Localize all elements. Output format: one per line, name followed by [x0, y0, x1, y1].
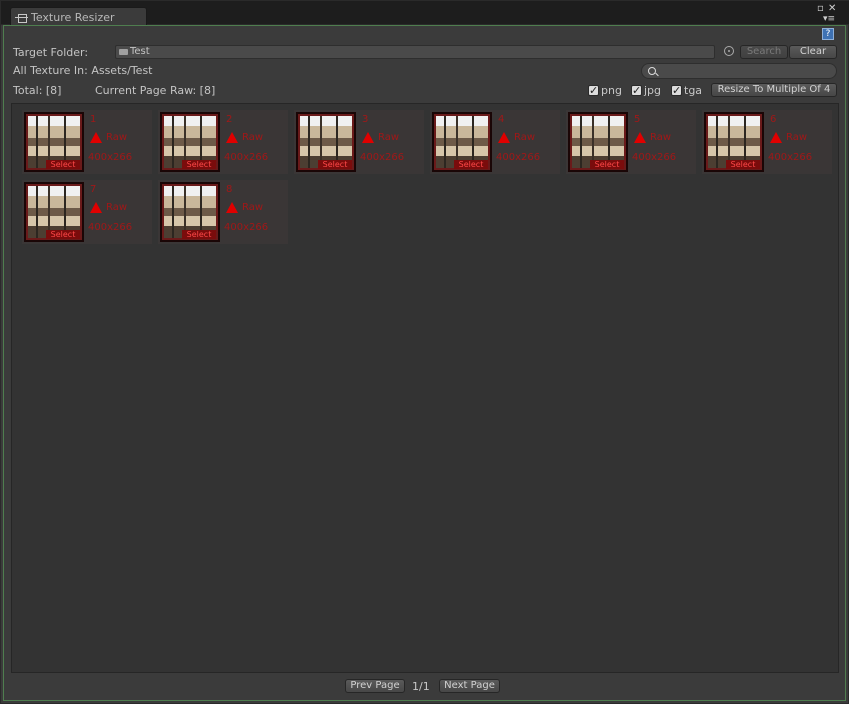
- texture-thumbnail[interactable]: Select: [160, 182, 220, 242]
- texture-index: 6: [770, 114, 777, 125]
- texture-thumbnail[interactable]: Select: [432, 112, 492, 172]
- checkbox-png[interactable]: ✓: [588, 85, 599, 96]
- texture-index: 2: [226, 114, 233, 125]
- select-button[interactable]: Select: [182, 160, 216, 169]
- texture-cell: Select 8 Raw 400x266: [158, 180, 288, 244]
- texture-grid: Select 1 Raw 400x266 Select 2 Raw 400x26…: [11, 103, 839, 673]
- search-icon: [648, 67, 656, 75]
- page-indicator: 1/1: [412, 680, 430, 693]
- texture-cell: Select 3 Raw 400x266: [294, 110, 424, 174]
- texture-size: 400x266: [88, 222, 133, 233]
- texture-format: Raw: [242, 202, 264, 213]
- texture-format: Raw: [786, 132, 808, 143]
- clear-button[interactable]: Clear: [789, 45, 837, 59]
- warning-triangle-icon: [226, 202, 238, 213]
- texture-format: Raw: [242, 132, 264, 143]
- search-button[interactable]: Search: [740, 45, 788, 59]
- current-page-count: Current Page Raw: [8]: [95, 84, 216, 97]
- texture-thumbnail[interactable]: Select: [704, 112, 764, 172]
- texture-thumbnail[interactable]: Select: [296, 112, 356, 172]
- texture-thumbnail[interactable]: Select: [160, 112, 220, 172]
- texture-size: 400x266: [632, 152, 677, 163]
- search-input[interactable]: [660, 64, 830, 78]
- checkbox-jpg[interactable]: ✓: [631, 85, 642, 96]
- filter-jpg[interactable]: ✓ jpg: [631, 84, 661, 97]
- texture-thumbnail[interactable]: Select: [24, 182, 84, 242]
- target-folder-value: Test: [130, 46, 150, 57]
- close-icon[interactable]: ✕: [828, 4, 836, 14]
- maximize-icon[interactable]: ▫: [817, 4, 824, 14]
- tab-bar: Texture Resizer ▫ ✕ ▾≡: [1, 1, 849, 26]
- texture-size: 400x266: [360, 152, 405, 163]
- texture-size: 400x266: [224, 152, 269, 163]
- total-count: Total: [8]: [13, 84, 62, 97]
- checkbox-tga[interactable]: ✓: [671, 85, 682, 96]
- texture-index: 3: [362, 114, 369, 125]
- filter-png[interactable]: ✓ png: [588, 84, 622, 97]
- texture-index: 8: [226, 184, 233, 195]
- window-icon: [15, 11, 28, 24]
- tab-texture-resizer[interactable]: Texture Resizer: [10, 7, 147, 26]
- texture-size: 400x266: [496, 152, 541, 163]
- select-button[interactable]: Select: [46, 230, 80, 239]
- texture-thumbnail[interactable]: Select: [568, 112, 628, 172]
- all-texture-label: All Texture In: Assets/Test: [13, 64, 153, 77]
- target-folder-label: Target Folder:: [13, 46, 89, 59]
- warning-triangle-icon: [226, 132, 238, 143]
- folder-icon: [119, 49, 128, 55]
- filter-tga[interactable]: ✓ tga: [671, 84, 702, 97]
- warning-triangle-icon: [362, 132, 374, 143]
- texture-format: Raw: [106, 132, 128, 143]
- help-icon[interactable]: ?: [822, 28, 834, 40]
- warning-triangle-icon: [498, 132, 510, 143]
- select-button[interactable]: Select: [590, 160, 624, 169]
- filter-jpg-label: jpg: [644, 84, 662, 97]
- object-picker-icon[interactable]: [724, 46, 734, 56]
- texture-index: 4: [498, 114, 505, 125]
- texture-resizer-window: Texture Resizer ▫ ✕ ▾≡ ? Target Folder: …: [0, 0, 849, 704]
- texture-index: 1: [90, 114, 97, 125]
- texture-format: Raw: [106, 202, 128, 213]
- filter-tga-label: tga: [684, 84, 703, 97]
- warning-triangle-icon: [90, 132, 102, 143]
- texture-format: Raw: [514, 132, 536, 143]
- tab-title: Texture Resizer: [31, 10, 115, 24]
- texture-index: 5: [634, 114, 641, 125]
- prev-page-button[interactable]: Prev Page: [345, 679, 405, 693]
- texture-format: Raw: [378, 132, 400, 143]
- texture-cell: Select 1 Raw 400x266: [22, 110, 152, 174]
- texture-thumbnail[interactable]: Select: [24, 112, 84, 172]
- texture-cell: Select 4 Raw 400x266: [430, 110, 560, 174]
- warning-triangle-icon: [770, 132, 782, 143]
- texture-cell: Select 6 Raw 400x266: [702, 110, 832, 174]
- texture-cell: Select 2 Raw 400x266: [158, 110, 288, 174]
- next-page-button[interactable]: Next Page: [439, 679, 500, 693]
- select-button[interactable]: Select: [454, 160, 488, 169]
- texture-cell: Select 7 Raw 400x266: [22, 180, 152, 244]
- warning-triangle-icon: [90, 202, 102, 213]
- filter-png-label: png: [601, 84, 622, 97]
- select-button[interactable]: Select: [46, 160, 80, 169]
- texture-size: 400x266: [88, 152, 133, 163]
- texture-size: 400x266: [768, 152, 813, 163]
- menu-icon[interactable]: ▾≡: [823, 14, 835, 24]
- texture-format: Raw: [650, 132, 672, 143]
- search-field[interactable]: [641, 63, 837, 79]
- target-folder-field[interactable]: Test: [115, 45, 715, 59]
- texture-size: 400x266: [224, 222, 269, 233]
- select-button[interactable]: Select: [182, 230, 216, 239]
- texture-index: 7: [90, 184, 97, 195]
- select-button[interactable]: Select: [726, 160, 760, 169]
- select-button[interactable]: Select: [318, 160, 352, 169]
- resize-multiple-of-4-button[interactable]: Resize To Multiple Of 4: [711, 83, 837, 97]
- texture-cell: Select 5 Raw 400x266: [566, 110, 696, 174]
- warning-triangle-icon: [634, 132, 646, 143]
